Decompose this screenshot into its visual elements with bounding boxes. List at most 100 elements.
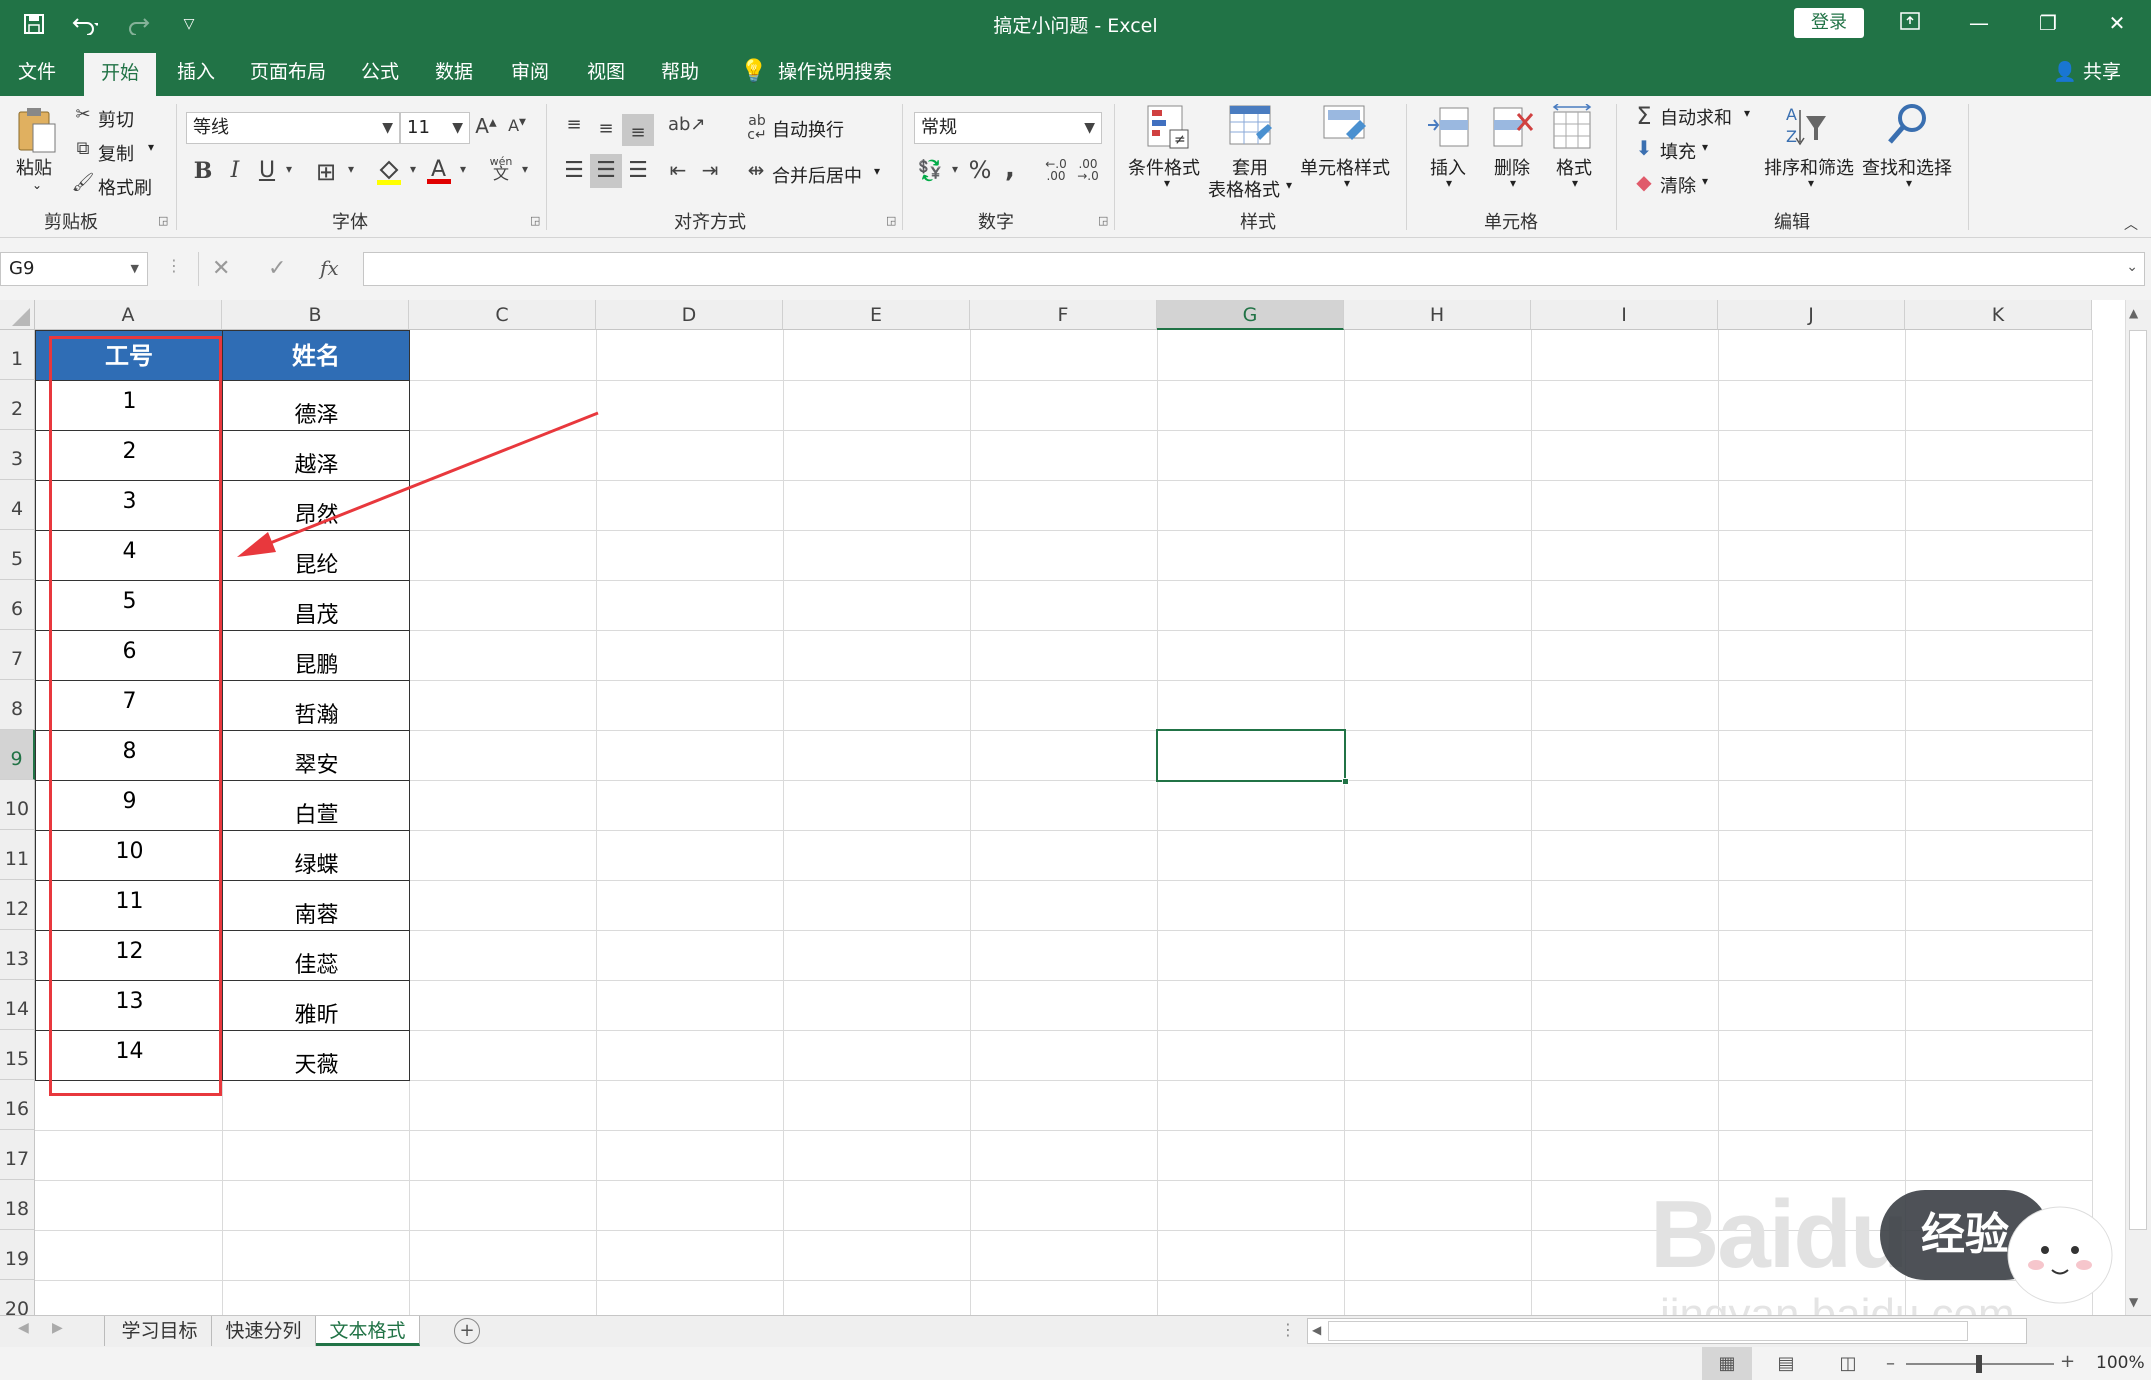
collapse-ribbon-icon[interactable]: ︿	[2120, 214, 2142, 234]
cell-styles-dropdown-icon[interactable]: ▾	[1344, 176, 1350, 190]
find-dropdown-icon[interactable]: ▾	[1906, 176, 1912, 190]
worksheet-grid[interactable]: ABCDEFGHIJK 1 2 3 4 5 6 7 8 9 10 11 12 13 14 15 16 17 18 1…	[0, 300, 2151, 1315]
tab-formulas[interactable]: 公式	[344, 48, 416, 96]
share-button[interactable]: 👤 共享	[2053, 48, 2121, 96]
undo-icon[interactable]	[62, 10, 108, 38]
insert-function-button[interactable]: fx	[320, 256, 339, 280]
tab-splitter-icon[interactable]: ⋮	[1280, 1320, 1296, 1339]
name-box[interactable]: G9 ▼	[0, 252, 148, 286]
font-color-icon[interactable]: A	[424, 154, 454, 188]
tab-view[interactable]: 视图	[570, 48, 642, 96]
sort-filter-icon[interactable]: AZ	[1784, 104, 1830, 150]
comma-button[interactable]: ,	[1000, 154, 1020, 184]
sheet-tab-3[interactable]: 文本格式	[316, 1316, 420, 1346]
restore-icon[interactable]: ❐	[2025, 8, 2071, 38]
paste-icon[interactable]	[14, 104, 60, 158]
number-format-select[interactable]: 常规 ▼	[914, 112, 1102, 144]
conditional-formatting-icon[interactable]: ≠	[1146, 104, 1190, 150]
number-launcher-icon[interactable]: ◲	[1098, 214, 1108, 227]
alignment-launcher-icon[interactable]: ◲	[886, 214, 896, 227]
align-top-icon[interactable]: ≡	[560, 114, 588, 135]
fill-button[interactable]: 填充	[1660, 138, 1696, 164]
prev-sheet-icon[interactable]: ◀	[18, 1320, 29, 1336]
zoom-slider-thumb[interactable]	[1976, 1355, 1982, 1373]
format-as-table-icon[interactable]	[1228, 104, 1274, 150]
scroll-left-icon[interactable]: ◀	[1312, 1323, 1321, 1337]
wrap-text-button[interactable]: 自动换行	[772, 116, 844, 142]
add-sheet-icon[interactable]: +	[454, 1318, 480, 1344]
align-middle-icon[interactable]: ≡	[592, 118, 620, 139]
zoom-in-icon[interactable]: +	[2060, 1351, 2075, 1372]
zoom-level[interactable]: 100%	[2096, 1353, 2145, 1373]
scroll-down-icon[interactable]: ▼	[2129, 1295, 2138, 1309]
autosum-button[interactable]: 自动求和	[1660, 104, 1732, 130]
format-painter-button[interactable]: 格式刷	[98, 174, 152, 200]
redo-icon[interactable]	[118, 10, 164, 38]
horizontal-scroll-thumb[interactable]	[1328, 1321, 1968, 1341]
underline-button[interactable]: U	[254, 158, 280, 183]
decrease-indent-icon[interactable]: ⇤	[664, 158, 692, 182]
page-layout-view-icon[interactable]: ▤	[1766, 1347, 1806, 1380]
merge-dropdown-icon[interactable]: ▾	[874, 164, 880, 178]
decrease-font-icon[interactable]: A▼	[506, 116, 528, 135]
clipboard-launcher-icon[interactable]: ◲	[158, 214, 168, 227]
format-as-table-label-2[interactable]: 表格格式	[1208, 176, 1280, 202]
insert-cells-icon[interactable]	[1426, 106, 1472, 150]
italic-button[interactable]: I	[222, 158, 248, 183]
formula-input[interactable]: ⌄	[363, 252, 2145, 286]
cell-styles-icon[interactable]	[1322, 104, 1368, 150]
next-sheet-icon[interactable]: ▶	[52, 1320, 63, 1336]
sort-dropdown-icon[interactable]: ▾	[1808, 176, 1814, 190]
delete-dropdown-icon[interactable]: ▾	[1510, 176, 1516, 190]
enter-icon[interactable]: ✓	[268, 256, 286, 281]
percent-button[interactable]: %	[966, 156, 994, 184]
tab-insert[interactable]: 插入	[160, 48, 232, 96]
scroll-up-icon[interactable]: ▲	[2129, 306, 2138, 320]
fill-color-dropdown-icon[interactable]: ▾	[406, 162, 420, 176]
fill-color-icon[interactable]	[374, 156, 404, 188]
ribbon-display-icon[interactable]	[1887, 8, 1933, 38]
align-bottom-icon[interactable]: ≡	[622, 114, 654, 146]
tab-page-layout[interactable]: 页面布局	[240, 48, 336, 96]
delete-cells-icon[interactable]	[1490, 106, 1536, 150]
accounting-format-icon[interactable]: 💱	[916, 158, 944, 182]
minimize-icon[interactable]: —	[1956, 8, 2002, 38]
merge-center-button[interactable]: 合并后居中	[772, 162, 862, 188]
align-left-icon[interactable]: ☰	[560, 158, 588, 183]
tab-help[interactable]: 帮助	[644, 48, 716, 96]
bold-button[interactable]: B	[190, 158, 216, 184]
normal-view-icon[interactable]: ▦	[1702, 1347, 1752, 1380]
expand-formula-icon[interactable]: ⌄	[2126, 259, 2138, 275]
font-size-select[interactable]: 11 ▼	[400, 112, 470, 144]
font-color-dropdown-icon[interactable]: ▾	[456, 162, 470, 176]
copy-button[interactable]: 复制	[98, 140, 134, 166]
cancel-icon[interactable]: ✕	[212, 256, 230, 281]
copy-dropdown-icon[interactable]: ▾	[148, 140, 154, 154]
tell-me-search[interactable]: 操作说明搜索	[778, 48, 892, 96]
align-center-icon[interactable]: ☰	[590, 154, 622, 188]
phonetic-dropdown-icon[interactable]: ▾	[518, 162, 532, 176]
cut-button[interactable]: 剪切	[98, 106, 134, 132]
page-break-view-icon[interactable]: ◫	[1828, 1347, 1868, 1380]
sheet-tab-2[interactable]: 快速分列	[212, 1316, 316, 1346]
vertical-scroll-thumb[interactable]	[2129, 330, 2147, 1230]
font-family-select[interactable]: 等线 ▼	[186, 112, 400, 144]
phonetic-guide-icon[interactable]: wén 文	[484, 156, 518, 182]
borders-dropdown-icon[interactable]: ▾	[344, 162, 358, 176]
increase-font-icon[interactable]: A▲	[474, 114, 498, 138]
orientation-icon[interactable]: ab↗	[668, 114, 706, 135]
decrease-decimal-icon[interactable]: .00 →.0	[1074, 158, 1102, 182]
paste-dropdown-icon[interactable]: ⌄	[32, 178, 42, 192]
align-right-icon[interactable]: ☰	[624, 158, 652, 183]
font-launcher-icon[interactable]: ◲	[530, 214, 540, 227]
format-dropdown-icon[interactable]: ▾	[1572, 176, 1578, 190]
table-dropdown-icon[interactable]: ▾	[1286, 178, 1292, 192]
increase-indent-icon[interactable]: ⇥	[696, 158, 724, 182]
increase-decimal-icon[interactable]: ←.0.00	[1042, 158, 1070, 182]
paste-button[interactable]: 粘贴	[16, 154, 52, 180]
conditional-dropdown-icon[interactable]: ▾	[1164, 176, 1170, 190]
underline-dropdown-icon[interactable]: ▾	[282, 162, 296, 176]
clear-dropdown-icon[interactable]: ▾	[1702, 174, 1708, 188]
sheet-tab-1[interactable]: 学习目标	[108, 1316, 212, 1346]
tab-home[interactable]: 开始	[84, 53, 156, 96]
